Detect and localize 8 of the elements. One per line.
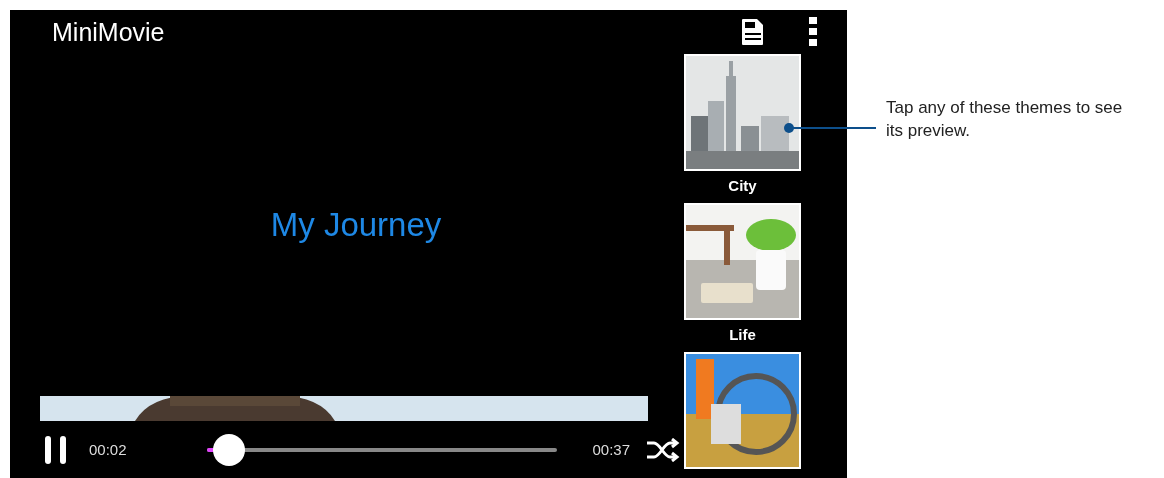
theme-label: Life [729,326,756,343]
callout-text: Tap any of these themes to see its preview. [886,97,1124,142]
slider-thumb[interactable] [213,433,246,466]
elapsed-time: 00:02 [89,441,127,458]
app-title: MiniMovie [52,17,166,47]
preview-title: My Journey [270,206,442,244]
theme-label: City [728,177,757,194]
total-duration: 00:37 [592,441,630,458]
